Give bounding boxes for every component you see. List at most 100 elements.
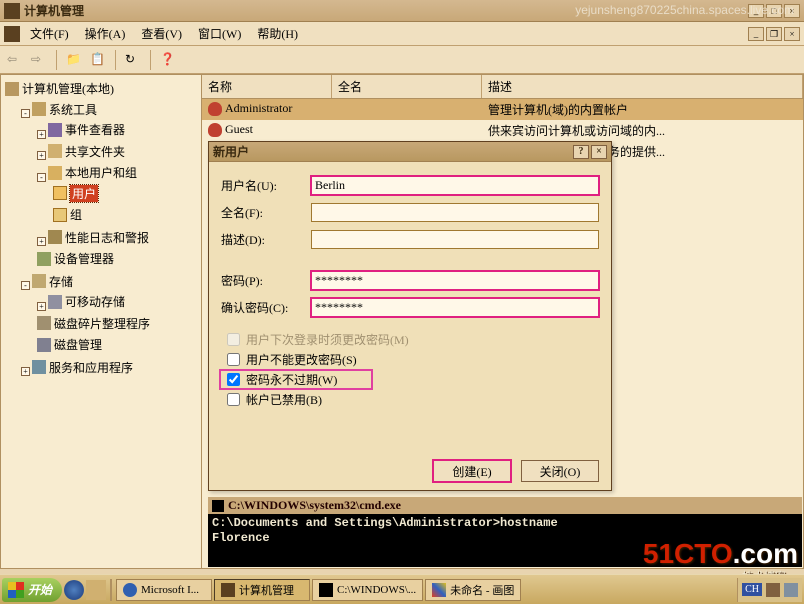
fullname-input[interactable] [311,203,599,222]
windows-flag-icon [8,582,24,598]
menu-view[interactable]: 查看(V) [135,23,188,44]
cmd-output: Florence [212,531,798,546]
properties-icon[interactable]: 📋 [89,51,107,69]
cmd-line: C:\Documents and Settings\Administrator>… [212,516,798,531]
description-input[interactable] [311,230,599,249]
up-icon[interactable]: 📁 [65,51,83,69]
forward-icon[interactable]: ⇨ [30,51,48,69]
list-row[interactable]: Guest 供来宾访问计算机或访问域的内... [202,120,803,141]
chk-must-change-label: 用户下次登录时须更改密码(M) [246,331,409,348]
task-ie[interactable]: Microsoft I... [116,579,212,601]
expand-icon[interactable]: + [21,367,30,376]
task-compmgmt[interactable]: 计算机管理 [214,579,310,601]
maximize-button[interactable]: □ [766,4,782,18]
user-icon [208,102,222,116]
tree-removable[interactable]: 可移动存储 [48,293,125,310]
chk-disabled-row[interactable]: 帐户已禁用(B) [221,391,599,408]
help-icon[interactable]: ❓ [159,51,177,69]
chk-disabled-label: 帐户已禁用(B) [246,391,322,408]
menu-file[interactable]: 文件(F) [24,23,75,44]
expand-icon[interactable]: - [37,173,46,182]
tree-perf[interactable]: 性能日志和警报 [48,229,149,246]
ql-ie-icon[interactable] [64,580,84,600]
cmd-window: C:\WINDOWS\system32\cmd.exe C:\Documents… [208,497,802,567]
col-full[interactable]: 全名 [332,75,482,98]
chk-cannot-change-label: 用户不能更改密码(S) [246,351,357,368]
list-row[interactable]: Administrator 管理计算机(域)的内置帐户 [202,99,803,120]
create-button[interactable]: 创建(E) [433,460,511,482]
chk-never-expires[interactable] [227,373,240,386]
tree-defrag[interactable]: 磁盘碎片整理程序 [37,315,150,332]
fullname-label: 全名(F): [221,204,311,221]
menu-action[interactable]: 操作(A) [79,23,132,44]
ie-icon [123,583,137,597]
expand-icon[interactable]: - [21,109,30,118]
tray-icon[interactable] [784,583,798,597]
tree-diskmgmt[interactable]: 磁盘管理 [37,336,102,353]
username-label: 用户名(U): [221,177,311,194]
password-label: 密码(P): [221,272,311,289]
titlebar: 计算机管理 _ □ × [0,0,804,22]
task-cmd[interactable]: C:\WINDOWS\... [312,579,423,601]
app-icon [4,3,20,19]
chk-cannot-change-row[interactable]: 用户不能更改密码(S) [221,351,599,368]
expand-icon[interactable]: + [37,302,46,311]
dialog-help-button[interactable]: ? [573,145,589,159]
compmgmt-icon [221,583,235,597]
tree-pane: 计算机管理(本地) -系统工具 +事件查看器 +共享文件夹 -本地用户和组 用户… [0,74,202,569]
chk-must-change [227,333,240,346]
close-button[interactable]: × [784,4,800,18]
description-label: 描述(D): [221,231,311,248]
tree-services[interactable]: 服务和应用程序 [32,359,133,376]
child-minimize-button[interactable]: _ [748,27,764,41]
paint-icon [432,583,446,597]
close-button[interactable]: 关闭(O) [521,460,599,482]
tree-event-viewer[interactable]: 事件查看器 [48,121,125,138]
confirm-password-label: 确认密码(C): [221,299,311,316]
tree-groups[interactable]: 组 [53,206,82,223]
expand-icon[interactable]: - [21,281,30,290]
start-button[interactable]: 开始 [2,578,62,602]
col-desc[interactable]: 描述 [482,75,803,98]
app-menu-icon[interactable] [4,26,20,42]
tree-root[interactable]: 计算机管理(本地) [5,80,114,97]
back-icon[interactable]: ⇦ [6,51,24,69]
dialog-close-button[interactable]: × [591,145,607,159]
tree-device[interactable]: 设备管理器 [37,250,114,267]
menu-window[interactable]: 窗口(W) [192,23,247,44]
expand-icon[interactable]: + [37,151,46,160]
tray-icon[interactable] [766,583,780,597]
system-tray: CH [737,578,802,602]
menubar: 文件(F) 操作(A) 查看(V) 窗口(W) 帮助(H) _ ❐ × [0,22,804,46]
tree-system-tools[interactable]: 系统工具 [32,101,97,118]
child-close-button[interactable]: × [784,27,800,41]
minimize-button[interactable]: _ [748,4,764,18]
menu-help[interactable]: 帮助(H) [251,23,304,44]
child-restore-button[interactable]: ❐ [766,27,782,41]
window-title: 计算机管理 [24,2,748,19]
refresh-icon[interactable]: ↻ [124,51,142,69]
expand-icon[interactable]: + [37,130,46,139]
password-input[interactable] [311,271,599,290]
toolbar: ⇦ ⇨ 📁 📋 ↻ ❓ [0,46,804,74]
cmd-icon [319,583,333,597]
list-header: 名称 全名 描述 [202,75,803,99]
confirm-password-input[interactable] [311,298,599,317]
expand-icon[interactable]: + [37,237,46,246]
chk-never-expires-row[interactable]: 密码永不过期(W) [221,371,371,388]
col-name[interactable]: 名称 [202,75,332,98]
ime-indicator[interactable]: CH [742,583,762,596]
chk-must-change-row: 用户下次登录时须更改密码(M) [221,331,599,348]
tree-shared[interactable]: 共享文件夹 [48,143,125,160]
taskbar: 开始 Microsoft I... 计算机管理 C:\WINDOWS\... 未… [0,574,804,604]
task-paint[interactable]: 未命名 - 画图 [425,579,521,601]
chk-account-disabled[interactable] [227,393,240,406]
ql-desktop-icon[interactable] [86,580,106,600]
dialog-title: 新用户 [213,143,571,160]
tree-users[interactable]: 用户 [53,185,98,202]
chk-cannot-change[interactable] [227,353,240,366]
cmd-icon [212,500,224,512]
tree-storage[interactable]: 存储 [32,273,73,290]
tree-local-users[interactable]: 本地用户和组 [48,164,137,181]
username-input[interactable] [311,176,599,195]
